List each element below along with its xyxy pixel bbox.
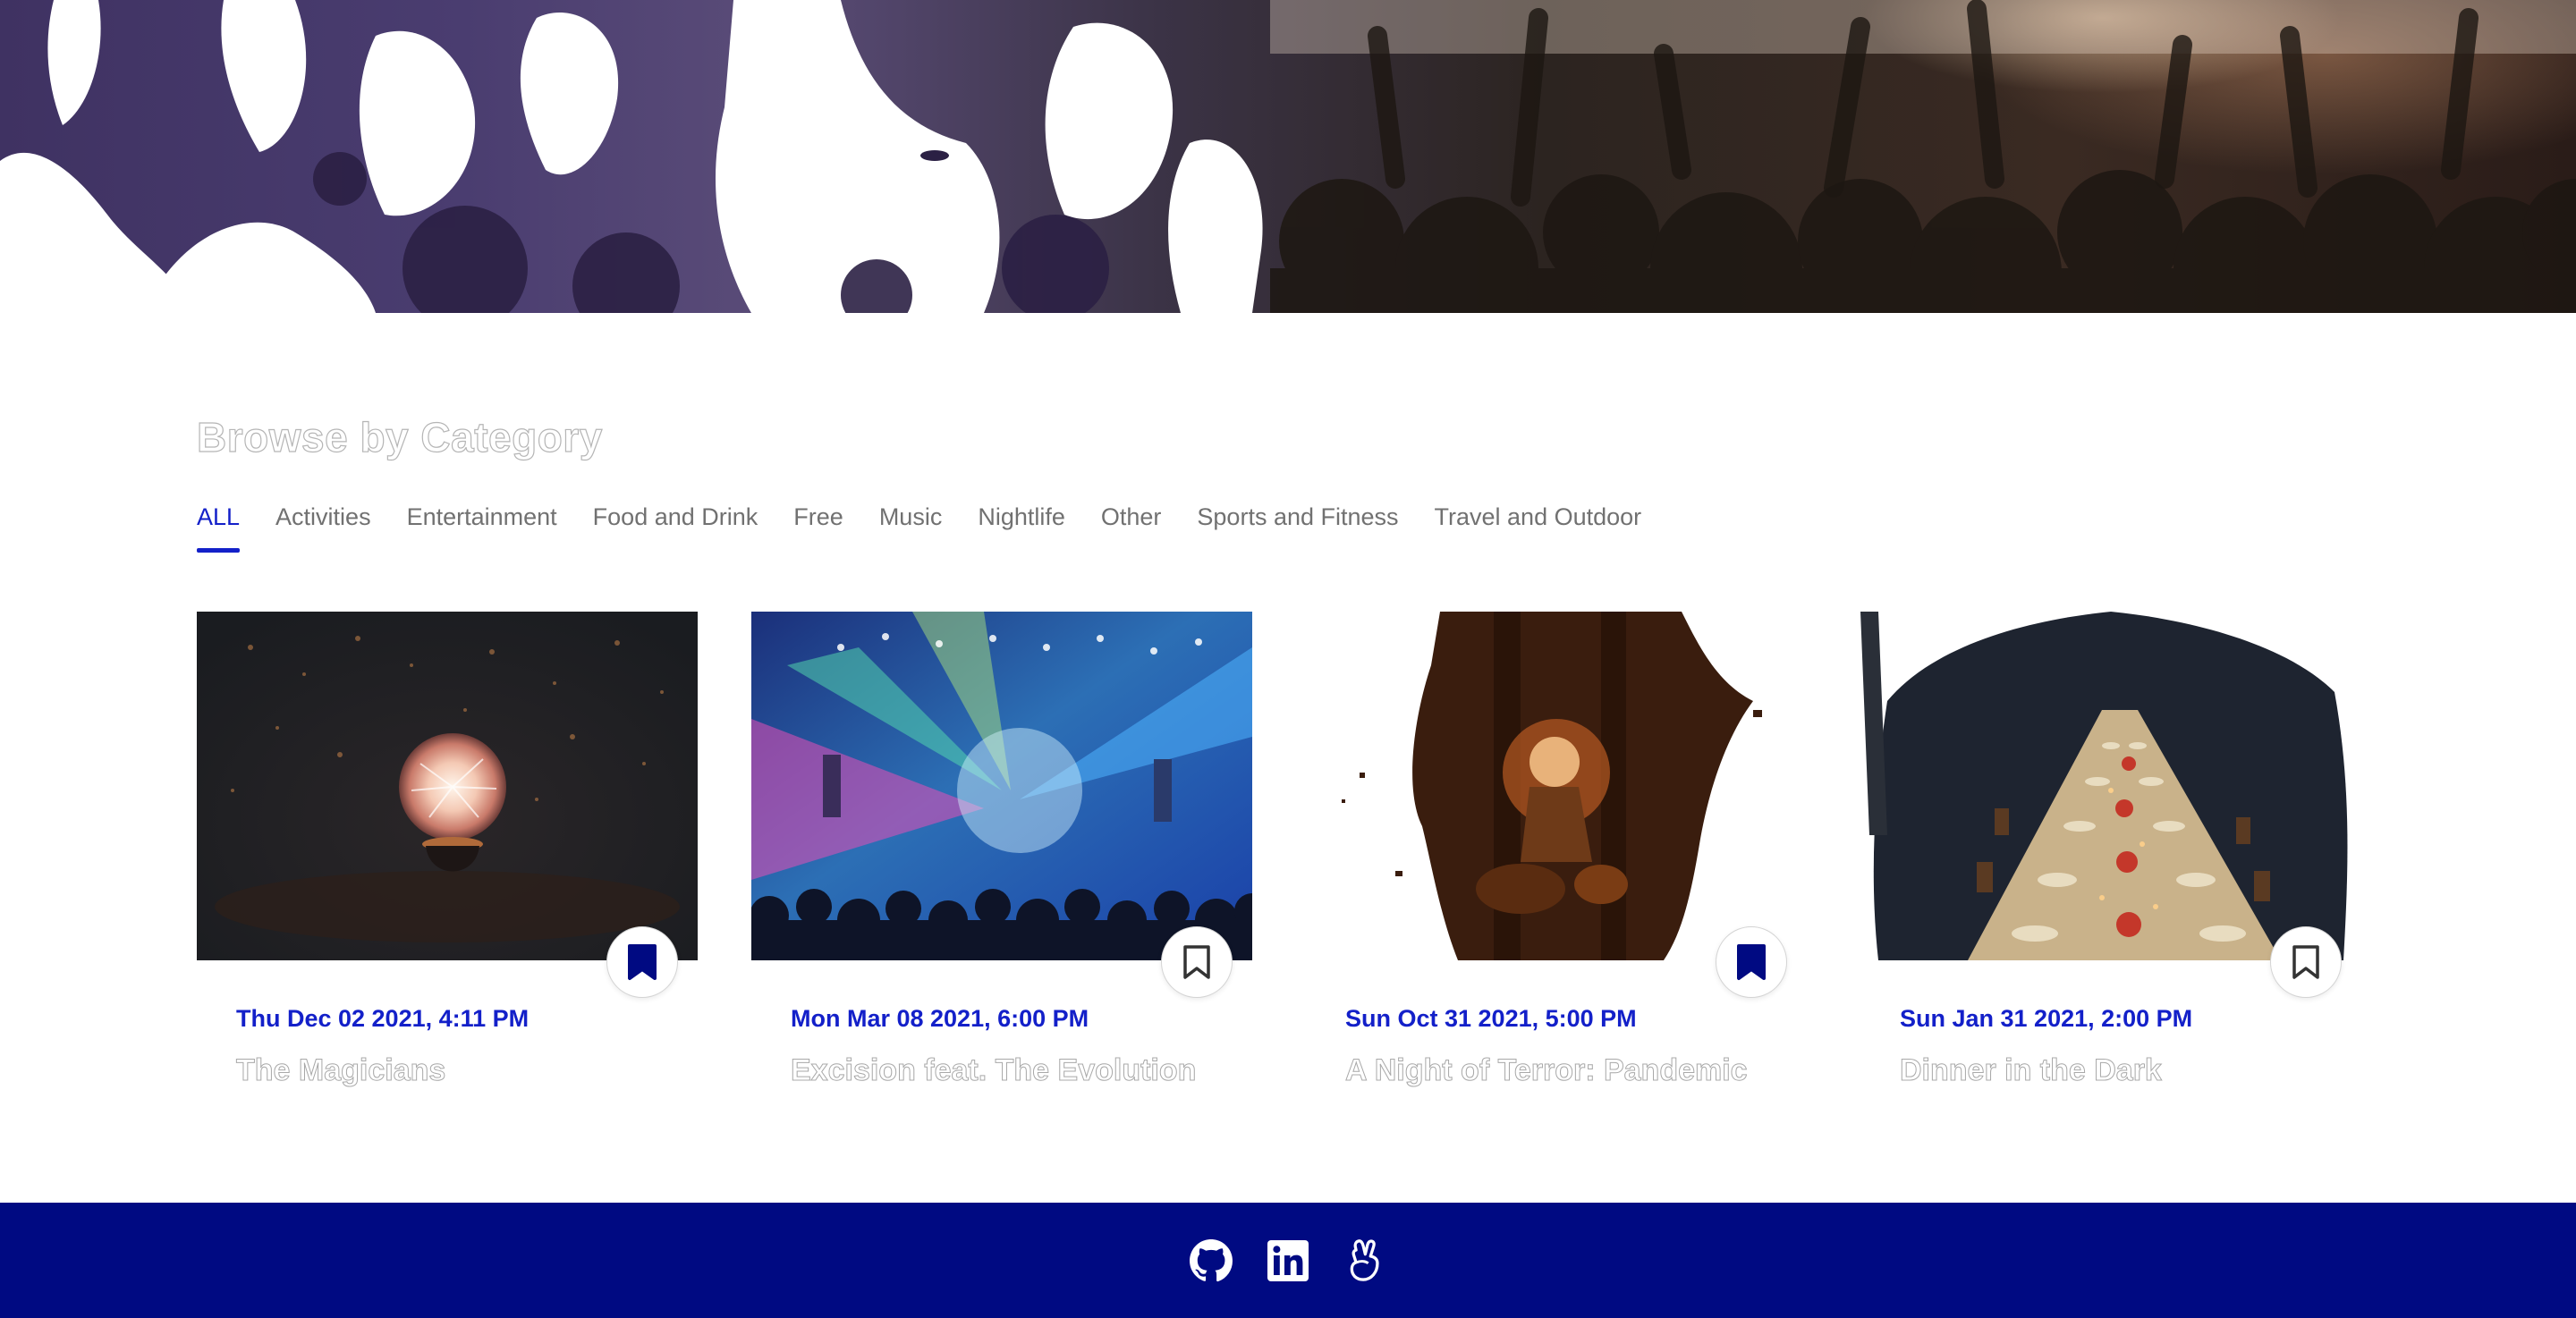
github-link[interactable] bbox=[1188, 1238, 1234, 1284]
event-card[interactable]: Mon Mar 08 2021, 6:00 PM Excision feat. … bbox=[751, 612, 1252, 1112]
tab-activities[interactable]: Activities bbox=[275, 501, 371, 553]
tab-other[interactable]: Other bbox=[1101, 501, 1162, 553]
footer bbox=[0, 1203, 2576, 1318]
tab-music[interactable]: Music bbox=[879, 501, 943, 553]
event-title[interactable]: Dinner in the Dark bbox=[1900, 1053, 2163, 1088]
bookmark-button[interactable] bbox=[1161, 926, 1233, 998]
tab-travel-and-outdoor[interactable]: Travel and Outdoor bbox=[1435, 501, 1642, 553]
event-image[interactable] bbox=[197, 612, 698, 960]
tab-nightlife[interactable]: Nightlife bbox=[978, 501, 1065, 553]
bookmark-filled-icon bbox=[1737, 944, 1766, 980]
bookmark-button[interactable] bbox=[1716, 926, 1787, 998]
event-date: Mon Mar 08 2021, 6:00 PM bbox=[791, 1005, 1089, 1032]
event-card[interactable]: Thu Dec 02 2021, 4:11 PM The Magicians bbox=[197, 612, 698, 1112]
section-title: Browse by Category bbox=[196, 413, 603, 460]
tab-entertainment[interactable]: Entertainment bbox=[407, 501, 557, 553]
linkedin-link[interactable] bbox=[1265, 1238, 1311, 1284]
tab-all[interactable]: ALL bbox=[197, 501, 241, 553]
event-title[interactable]: The Magicians bbox=[235, 1053, 445, 1088]
event-card-grid: Thu Dec 02 2021, 4:11 PM The Magicians M… bbox=[197, 612, 2361, 1112]
dinner-table-image bbox=[1860, 612, 2361, 960]
angellist-icon bbox=[1350, 1238, 1379, 1281]
event-title[interactable]: Excision feat. The Evolution bbox=[790, 1053, 1196, 1088]
hero-banner bbox=[0, 0, 2576, 313]
bookmark-outline-icon bbox=[2292, 945, 2319, 979]
event-title[interactable]: A Night of Terror: Pandemic bbox=[1345, 1053, 1749, 1088]
plasma-ball-image bbox=[197, 612, 698, 960]
tab-free[interactable]: Free bbox=[793, 501, 843, 553]
event-date: Sun Jan 31 2021, 2:00 PM bbox=[1900, 1005, 2193, 1032]
bookmark-button[interactable] bbox=[2270, 926, 2342, 998]
halloween-barn-image bbox=[1306, 612, 1807, 960]
event-card[interactable]: Sun Jan 31 2021, 2:00 PM Dinner in the D… bbox=[1860, 612, 2361, 1112]
concert-lights-image bbox=[751, 612, 1252, 960]
event-card[interactable]: Sun Oct 31 2021, 5:00 PM A Night of Terr… bbox=[1306, 612, 1807, 1112]
event-image[interactable] bbox=[1306, 612, 1807, 960]
bookmark-button[interactable] bbox=[606, 926, 678, 998]
event-date: Sun Oct 31 2021, 5:00 PM bbox=[1345, 1005, 1637, 1032]
linkedin-icon bbox=[1267, 1239, 1309, 1281]
event-image[interactable] bbox=[751, 612, 1252, 960]
tab-sports-and-fitness[interactable]: Sports and Fitness bbox=[1197, 501, 1398, 553]
tab-food-and-drink[interactable]: Food and Drink bbox=[593, 501, 758, 553]
github-icon bbox=[1190, 1238, 1233, 1281]
hero-crowd-image bbox=[0, 0, 2576, 313]
category-tabs: ALL Activities Entertainment Food and Dr… bbox=[197, 501, 1641, 553]
angellist-link[interactable] bbox=[1342, 1238, 1388, 1284]
event-image[interactable] bbox=[1860, 612, 2361, 960]
event-date: Thu Dec 02 2021, 4:11 PM bbox=[236, 1005, 530, 1032]
bookmark-outline-icon bbox=[1183, 945, 1210, 979]
bookmark-filled-icon bbox=[628, 944, 657, 980]
